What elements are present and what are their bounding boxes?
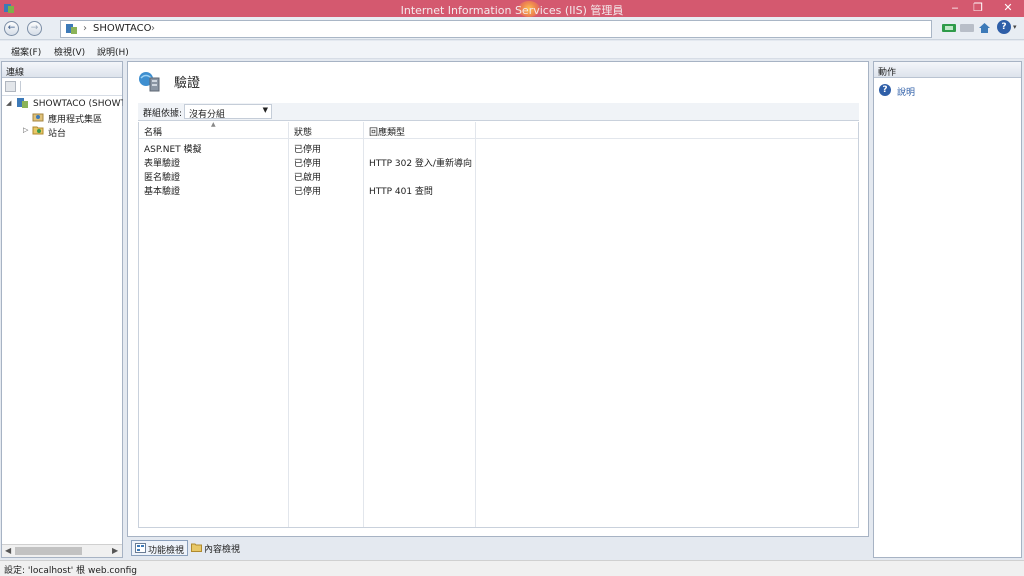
- menu-bar: 檔案(F) 檢視(V) 說明(H): [0, 41, 1024, 59]
- chevron-down-icon[interactable]: ▼: [263, 106, 268, 114]
- row-name[interactable]: 表單驗證: [144, 156, 180, 169]
- navigation-bar: ← → › SHOWTACO › ? ▾: [0, 17, 1024, 40]
- help-action-link[interactable]: 說明: [897, 85, 915, 98]
- row-name[interactable]: ASP.NET 模擬: [144, 142, 202, 155]
- row-response[interactable]: HTTP 401 查問: [369, 184, 433, 197]
- address-bar[interactable]: › SHOWTACO ›: [60, 20, 932, 38]
- group-by-bar: 群組依據: 沒有分組 ▼: [138, 103, 859, 121]
- row-name[interactable]: 匿名驗證: [144, 170, 180, 183]
- connect-icon[interactable]: [942, 22, 956, 34]
- feature-pane: 驗證 群組依據: 沒有分組 ▼ ▲ 名稱 狀態 回應類型 ASP.NET 模擬 …: [127, 61, 869, 537]
- connect-to-server-icon[interactable]: [5, 81, 16, 92]
- breadcrumb-chevron-icon[interactable]: ›: [151, 23, 155, 34]
- status-bar: 設定: 'localhost' 根 web.config: [0, 560, 1024, 576]
- page-title: 驗證: [174, 76, 201, 91]
- connections-horizontal-scrollbar[interactable]: ◀ ▶: [2, 544, 122, 557]
- minimize-button[interactable]: ‒: [948, 2, 962, 14]
- breadcrumb-server[interactable]: SHOWTACO: [93, 23, 151, 34]
- column-header-response-type[interactable]: 回應類型: [369, 125, 405, 138]
- server-icon: [66, 24, 77, 34]
- home-icon[interactable]: [978, 22, 991, 34]
- help-menu-icon[interactable]: ?: [997, 20, 1011, 34]
- tree-app-pools[interactable]: 應用程式集區: [48, 112, 102, 125]
- menu-view[interactable]: 檢視(V): [54, 45, 85, 58]
- tab-features-view[interactable]: 功能檢視: [131, 540, 189, 556]
- authentication-list: ▲ 名稱 狀態 回應類型 ASP.NET 模擬 已停用 表單驗證 已停用 HTT…: [138, 121, 859, 528]
- scroll-right-icon[interactable]: ▶: [112, 546, 118, 555]
- column-separator: [475, 122, 476, 527]
- toolbar-divider: [20, 81, 21, 92]
- column-separator: [288, 122, 289, 527]
- row-name[interactable]: 基本驗證: [144, 184, 180, 197]
- app-pools-icon: [32, 113, 44, 122]
- row-status[interactable]: 已停用: [294, 184, 321, 197]
- column-header-name[interactable]: 名稱: [144, 125, 162, 138]
- features-view-icon: [135, 543, 146, 553]
- close-button[interactable]: ✕: [1001, 2, 1015, 14]
- menu-help[interactable]: 說明(H): [97, 45, 129, 58]
- group-by-label: 群組依據:: [143, 109, 183, 119]
- help-dropdown-chevron-icon[interactable]: ▾: [1013, 23, 1017, 31]
- row-response[interactable]: HTTP 302 登入/重新導向: [369, 156, 472, 169]
- tree-sites[interactable]: 站台: [48, 126, 66, 139]
- column-header-status[interactable]: 狀態: [294, 125, 312, 138]
- view-tabs: 功能檢視 內容檢視: [127, 538, 869, 558]
- connections-toolbar: [2, 78, 122, 96]
- header-divider: [139, 138, 858, 139]
- tab-features-view-label: 功能檢視: [148, 546, 185, 556]
- menu-file[interactable]: 檔案(F): [11, 45, 41, 58]
- column-separator: [363, 122, 364, 527]
- row-status[interactable]: 已啟用: [294, 170, 321, 183]
- tree-collapse-icon[interactable]: ◢: [6, 99, 11, 107]
- content-view-icon: [191, 543, 202, 552]
- tab-content-view[interactable]: 內容檢視: [188, 540, 243, 556]
- group-by-select[interactable]: 沒有分組 ▼: [184, 104, 272, 120]
- actions-pane: 動作 ? 說明: [873, 61, 1022, 558]
- row-status[interactable]: 已停用: [294, 142, 321, 155]
- group-by-value: 沒有分組: [189, 110, 226, 120]
- title-bar: Internet Information Services (IIS) 管理員 …: [0, 0, 1024, 17]
- actions-header: 動作: [874, 62, 1021, 78]
- scroll-thumb[interactable]: [15, 547, 82, 555]
- sites-folder-icon: [32, 126, 44, 135]
- tree-server-node[interactable]: SHOWTACO (SHOWTACO\...: [33, 99, 123, 109]
- sort-ascending-icon: ▲: [211, 121, 216, 128]
- row-status[interactable]: 已停用: [294, 156, 321, 169]
- status-text: 設定: 'localhost' 根 web.config: [4, 566, 137, 576]
- window-title: Internet Information Services (IIS) 管理員: [400, 4, 624, 17]
- connections-header: 連線: [2, 62, 122, 78]
- connections-pane: 連線 ◢ SHOWTACO (SHOWTACO\... 應用程式集區 ▷ 站台 …: [1, 61, 123, 558]
- back-button[interactable]: ←: [4, 21, 19, 36]
- tab-content-view-label: 內容檢視: [204, 545, 241, 555]
- restore-button[interactable]: ❐: [971, 2, 985, 14]
- forward-button[interactable]: →: [27, 21, 42, 36]
- authentication-feature-icon: [139, 72, 160, 92]
- scroll-left-icon[interactable]: ◀: [5, 546, 11, 555]
- help-icon[interactable]: ?: [879, 84, 891, 96]
- disconnect-icon[interactable]: [960, 22, 974, 34]
- server-node-icon: [17, 98, 28, 108]
- breadcrumb-separator-icon: ›: [83, 23, 87, 34]
- tree-expand-icon[interactable]: ▷: [23, 126, 28, 134]
